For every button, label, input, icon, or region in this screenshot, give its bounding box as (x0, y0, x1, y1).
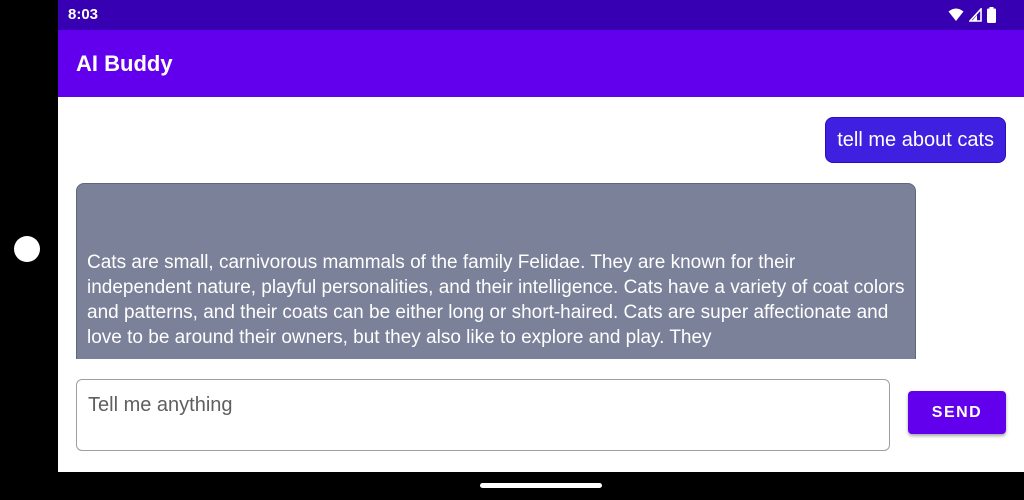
message-input[interactable] (76, 379, 890, 451)
user-message-bubble: tell me about cats (825, 117, 1006, 163)
camera-cutout (14, 236, 40, 262)
message-list[interactable]: tell me about cats Cats are small, carni… (58, 97, 1024, 359)
wifi-icon (948, 8, 964, 21)
status-icons (948, 7, 996, 23)
device-bezel (0, 0, 58, 500)
battery-icon (987, 7, 996, 23)
status-time: 8:03 (68, 6, 99, 23)
home-gesture-bar[interactable] (480, 483, 602, 488)
app-title: AI Buddy (76, 51, 173, 76)
cellular-signal-icon (969, 8, 982, 22)
status-bar: 8:03 (58, 0, 1024, 30)
chat-screen: tell me about cats Cats are small, carni… (58, 97, 1024, 472)
assistant-message-bubble: Cats are small, carnivorous mammals of t… (76, 183, 916, 359)
send-button[interactable]: SEND (908, 391, 1006, 434)
app-bar: AI Buddy (58, 30, 1024, 97)
